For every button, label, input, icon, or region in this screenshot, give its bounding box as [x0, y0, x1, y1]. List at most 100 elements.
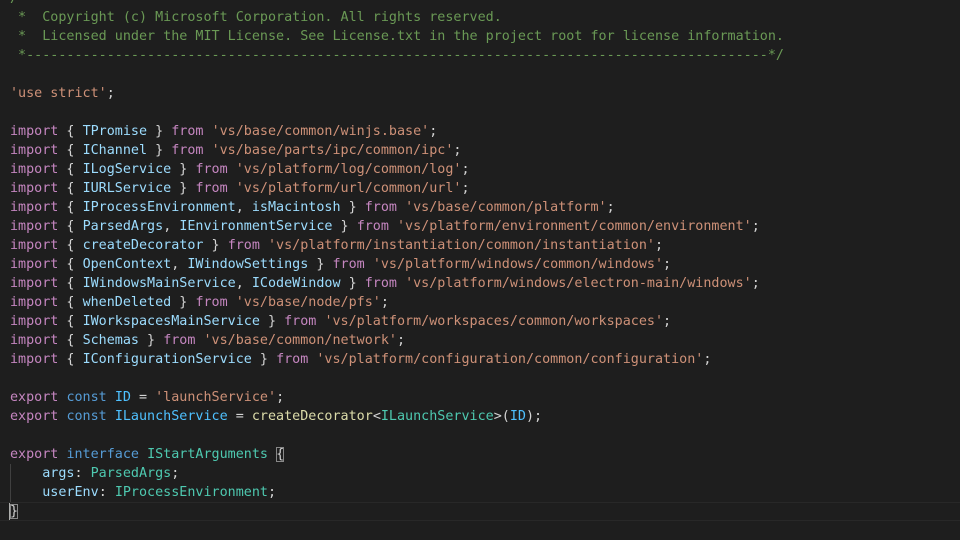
code-token-punct: {	[58, 295, 83, 310]
code-token-variable: TPromise	[82, 124, 148, 139]
code-token-punct	[268, 447, 276, 462]
code-token-keyword: const	[66, 409, 107, 424]
code-token-punct	[139, 447, 147, 462]
code-line[interactable]: import { TPromise } from 'vs/base/common…	[0, 122, 960, 141]
code-token-function: createDecorator	[251, 409, 373, 424]
code-token-punct: ;	[461, 181, 470, 196]
code-line[interactable]: *---------------------------------------…	[0, 46, 960, 65]
code-token-punct: =	[130, 390, 156, 405]
code-token-comment: *---------------------------------------…	[10, 48, 784, 63]
code-token-control: from	[227, 238, 260, 253]
code-token-punct: }	[332, 219, 357, 234]
code-token-variable: ParsedArgs	[82, 219, 164, 234]
code-token-punct: ;	[654, 238, 664, 253]
code-line[interactable]: }	[0, 502, 960, 521]
code-token-control: from	[163, 333, 196, 348]
code-token-punct: ,	[235, 200, 252, 215]
code-token-string: 'vs/platform/configuration/common/config…	[316, 352, 704, 367]
code-token-punct	[389, 219, 397, 234]
code-token-punct: <	[372, 409, 381, 424]
code-line[interactable]: import { whenDeleted } from 'vs/base/nod…	[0, 293, 960, 312]
code-token-punct: }	[308, 257, 333, 272]
code-token-punct	[107, 409, 115, 424]
code-token-punct: }	[147, 143, 172, 158]
code-token-punct: }	[171, 162, 196, 177]
code-line[interactable]: import { Schemas } from 'vs/base/common/…	[0, 331, 960, 350]
code-line[interactable]: export const ILaunchService = createDeco…	[0, 407, 960, 426]
code-line[interactable]: import { OpenContext, IWindowSettings } …	[0, 255, 960, 274]
code-token-punct: =	[227, 409, 252, 424]
code-line[interactable]: import { IURLService } from 'vs/platform…	[0, 179, 960, 198]
code-line[interactable]: import { ILogService } from 'vs/platform…	[0, 160, 960, 179]
code-line[interactable]: /*--------------------------------------…	[0, 0, 960, 8]
code-token-variable: IChannel	[82, 143, 148, 158]
code-token-punct: }	[147, 124, 172, 139]
code-token-punct: }	[259, 314, 285, 329]
code-token-punct: ;	[461, 162, 470, 177]
code-token-control: from	[195, 181, 228, 196]
code-token-control: import	[10, 333, 59, 348]
code-line[interactable]: import { IWindowsMainService, ICodeWindo…	[0, 274, 960, 293]
code-token-control: export	[10, 390, 59, 405]
code-token-punct: ,	[163, 219, 180, 234]
code-line[interactable]: import { IChannel } from 'vs/base/parts/…	[0, 141, 960, 160]
code-line[interactable]: import { IConfigurationService } from 'v…	[0, 350, 960, 369]
code-editor[interactable]: /*--------------------------------------…	[0, 0, 960, 540]
code-line[interactable]: export const ID = 'launchService';	[0, 388, 960, 407]
code-token-constant: ID	[509, 409, 526, 424]
code-line[interactable]: export interface IStartArguments {	[0, 445, 960, 464]
code-token-control: from	[276, 352, 309, 367]
code-line[interactable]	[0, 369, 960, 388]
code-line[interactable]	[0, 65, 960, 84]
code-token-control: import	[10, 295, 59, 310]
code-token-punct	[10, 485, 42, 500]
code-token-punct: ,	[171, 257, 188, 272]
code-token-variable: IWindowsMainService	[82, 276, 236, 291]
code-token-control: import	[10, 162, 59, 177]
code-token-punct: :	[74, 466, 91, 481]
code-token-punct: }	[203, 238, 228, 253]
code-token-string: 'vs/base/common/platform'	[405, 200, 607, 215]
code-line[interactable]: * Copyright (c) Microsoft Corporation. A…	[0, 8, 960, 27]
code-token-punct	[204, 124, 212, 139]
code-token-string: 'vs/platform/environment/common/environm…	[397, 219, 752, 234]
code-line[interactable]: import { ParsedArgs, IEnvironmentService…	[0, 217, 960, 236]
code-token-punct: );	[526, 409, 543, 424]
code-line[interactable]: * Licensed under the MIT License. See Li…	[0, 27, 960, 46]
code-token-punct	[107, 390, 115, 405]
code-line[interactable]: import { IProcessEnvironment, isMacintos…	[0, 198, 960, 217]
code-token-punct: ;	[268, 485, 277, 500]
code-token-punct: {	[58, 124, 83, 139]
code-line[interactable]: import { createDecorator } from 'vs/plat…	[0, 236, 960, 255]
code-token-string: 'vs/platform/log/common/log'	[235, 162, 462, 177]
code-token-variable: userEnv	[42, 485, 99, 500]
code-token-string: 'vs/platform/windows/electron-main/windo…	[405, 276, 752, 291]
code-token-variable: IConfigurationService	[82, 352, 252, 367]
code-token-punct: ;	[171, 466, 180, 481]
code-token-punct: }	[340, 200, 365, 215]
code-token-string: 'vs/platform/instantiation/common/instan…	[268, 238, 655, 253]
code-token-variable: IProcessEnvironment	[82, 200, 236, 215]
code-token-control: from	[364, 276, 397, 291]
code-token-punct: }	[251, 352, 277, 367]
code-token-punct	[260, 238, 268, 253]
code-token-punct	[204, 143, 212, 158]
code-token-punct: ;	[663, 314, 672, 329]
code-line[interactable]: 'use strict';	[0, 84, 960, 103]
code-token-control: from	[364, 200, 397, 215]
code-line[interactable]	[0, 426, 960, 445]
code-line[interactable]: args: ParsedArgs;	[0, 464, 960, 483]
code-token-punct: {	[58, 143, 83, 158]
code-token-control: import	[10, 143, 59, 158]
code-token-punct: {	[58, 257, 83, 272]
code-line[interactable]: import { IWorkspacesMainService } from '…	[0, 312, 960, 331]
code-token-punct: :	[98, 485, 115, 500]
code-token-punct: {	[58, 200, 83, 215]
code-line[interactable]: userEnv: IProcessEnvironment;	[0, 483, 960, 502]
code-token-string: 'vs/base/common/winjs.base'	[211, 124, 430, 139]
matched-bracket: }	[10, 504, 19, 519]
code-token-keyword: interface	[66, 447, 139, 462]
code-token-control: export	[10, 409, 59, 424]
code-line[interactable]	[0, 103, 960, 122]
code-token-punct: ;	[276, 390, 285, 405]
